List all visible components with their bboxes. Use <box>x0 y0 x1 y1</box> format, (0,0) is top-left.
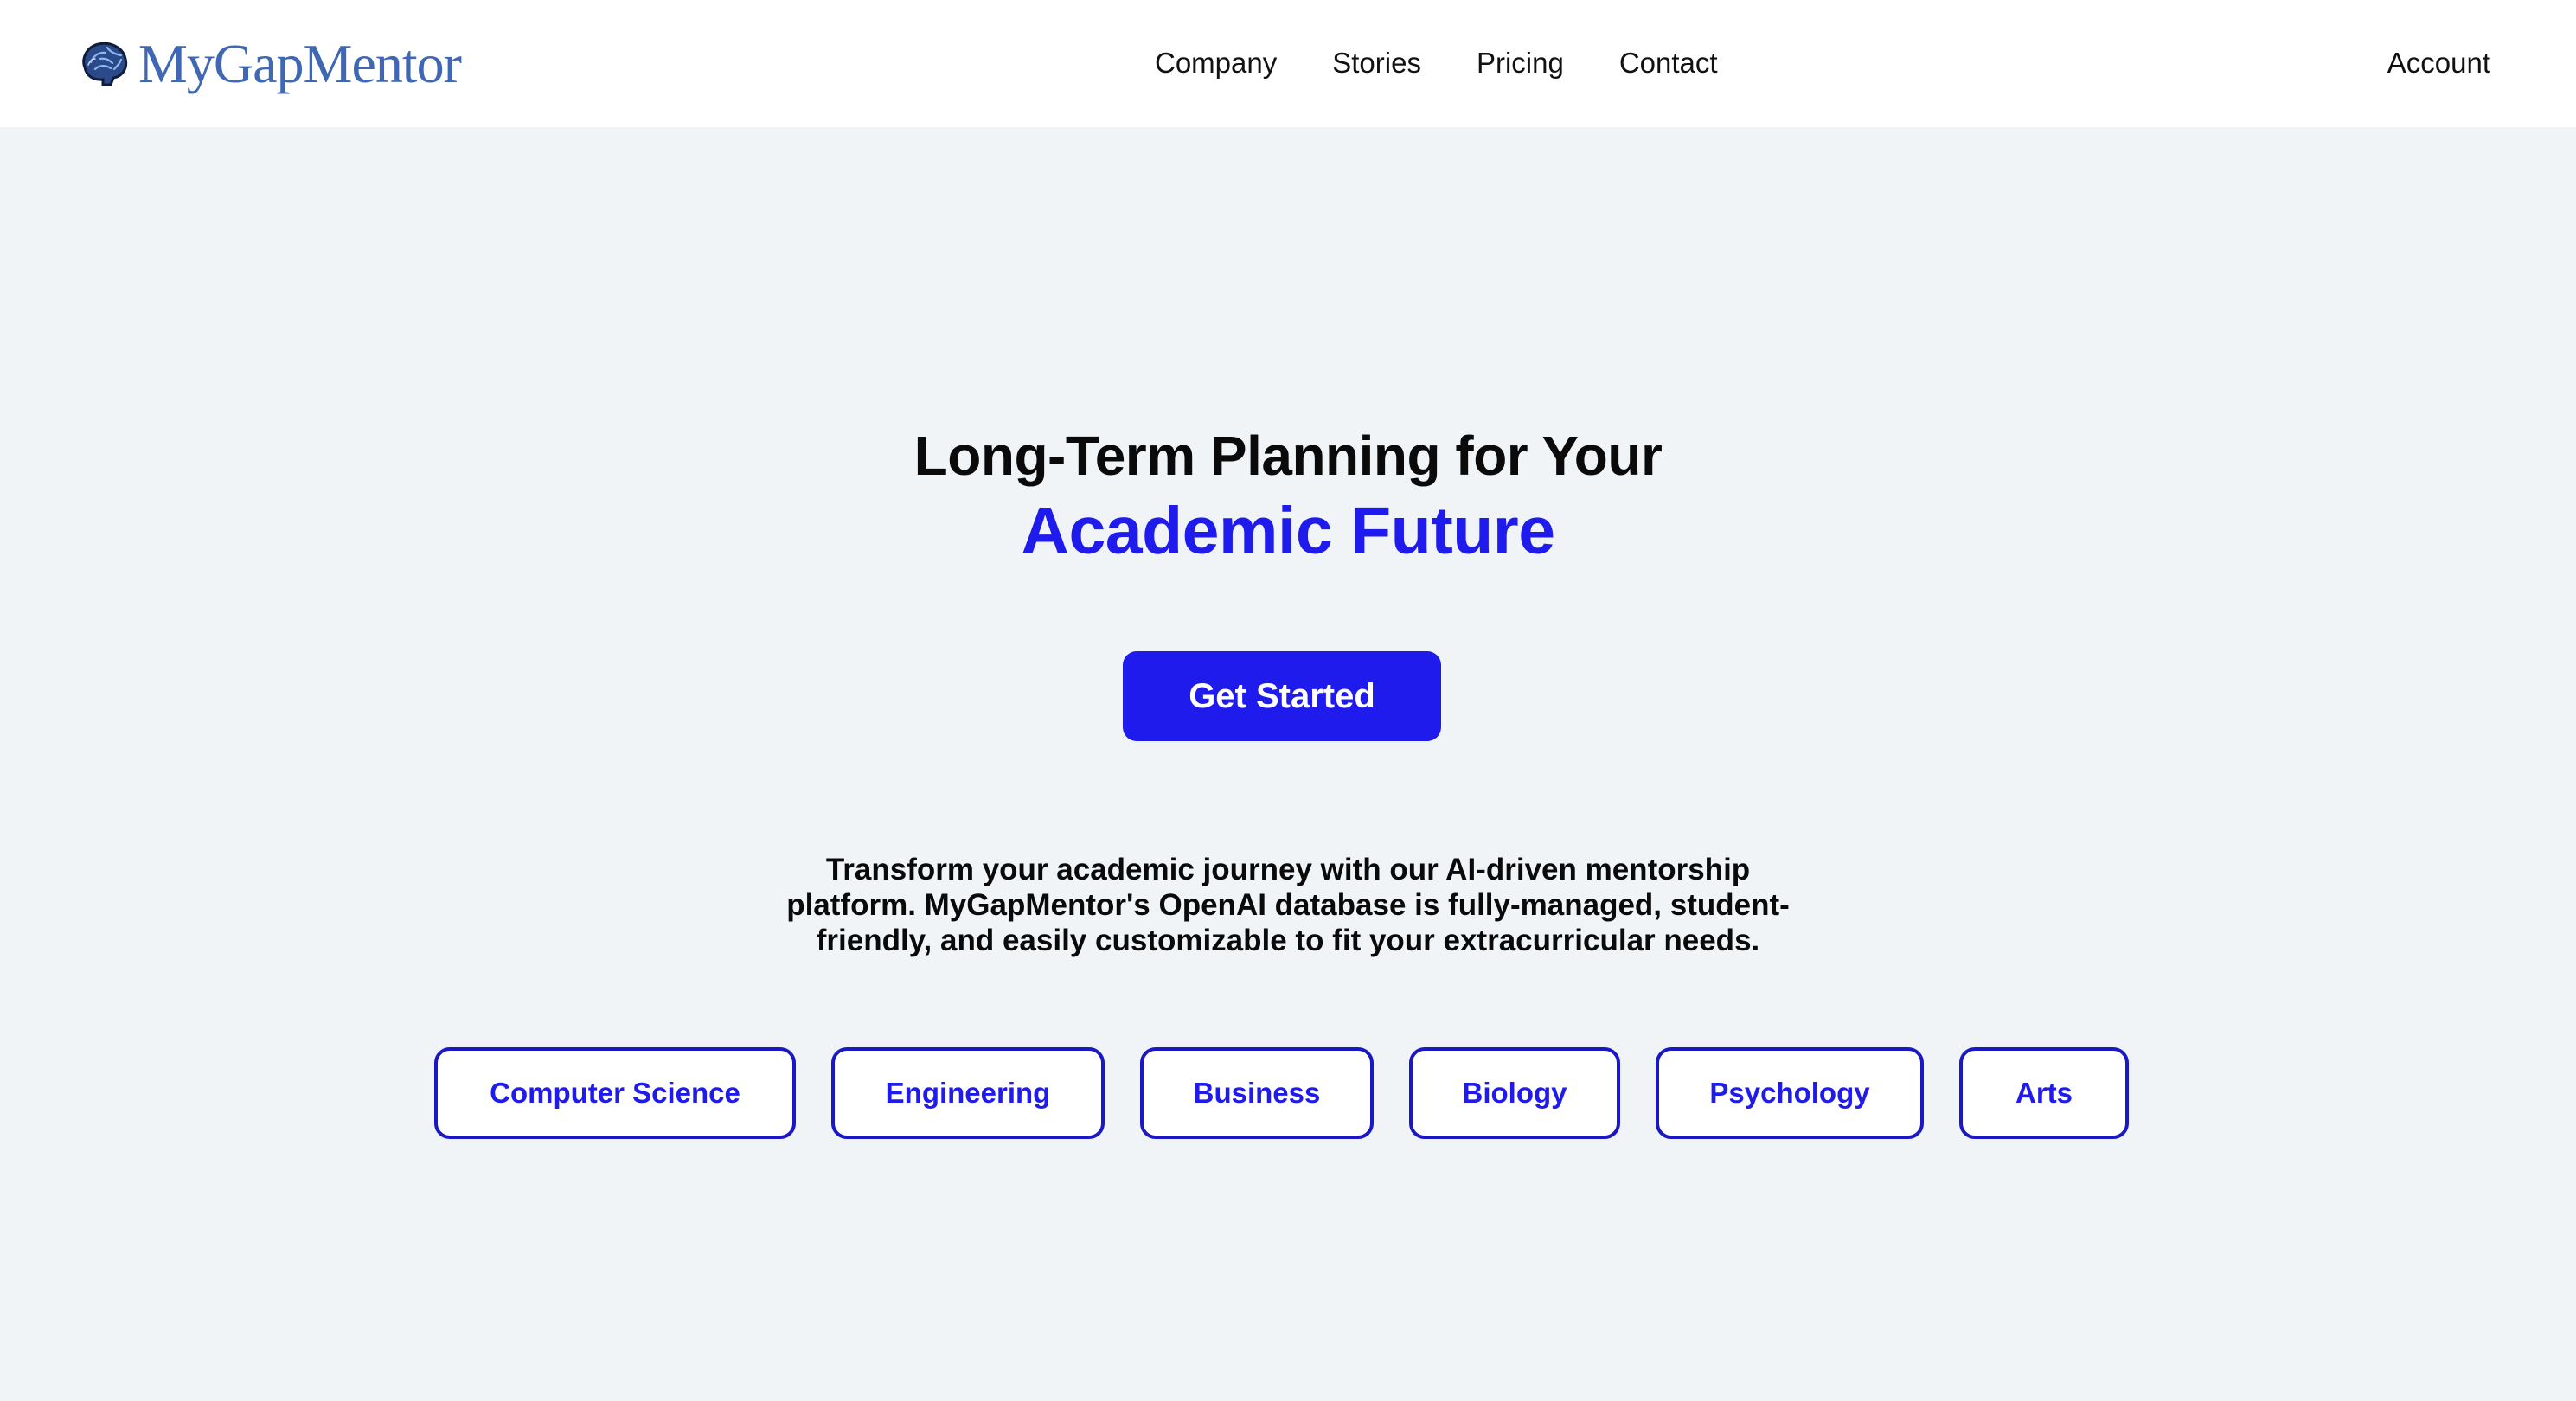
hero-title-highlight: Academic Future <box>1021 494 1555 568</box>
category-chip-arts[interactable]: Arts <box>1959 1047 2129 1139</box>
account-link[interactable]: Account <box>2387 38 2490 88</box>
category-chips: Computer Science Engineering Business Bi… <box>434 1047 2129 1139</box>
category-chip-engineering[interactable]: Engineering <box>831 1047 1105 1139</box>
site-header: MyGapMentor Company Stories Pricing Cont… <box>0 0 2576 127</box>
nav-item-pricing[interactable]: Pricing <box>1477 38 1564 88</box>
hero-description: Transform your academic journey with our… <box>786 853 1790 957</box>
main-nav: Company Stories Pricing Contact <box>1155 38 1718 88</box>
nav-item-stories[interactable]: Stories <box>1332 38 1421 88</box>
nav-item-company[interactable]: Company <box>1155 38 1277 88</box>
category-chip-psychology[interactable]: Psychology <box>1656 1047 1924 1139</box>
logo-text: MyGapMentor <box>138 33 462 94</box>
category-chip-computer-science[interactable]: Computer Science <box>434 1047 796 1139</box>
category-chip-biology[interactable]: Biology <box>1409 1047 1620 1139</box>
get-started-button[interactable]: Get Started <box>1123 651 1441 741</box>
page: MyGapMentor Company Stories Pricing Cont… <box>0 0 2576 1401</box>
brain-icon <box>82 42 128 86</box>
hero-title-line1: Long-Term Planning for Your <box>913 425 1663 487</box>
nav-item-contact[interactable]: Contact <box>1619 38 1718 88</box>
category-chip-business[interactable]: Business <box>1140 1047 1374 1139</box>
logo-link[interactable]: MyGapMentor <box>76 33 462 95</box>
hero-title: Long-Term Planning for Your Academic Fut… <box>0 419 2576 570</box>
